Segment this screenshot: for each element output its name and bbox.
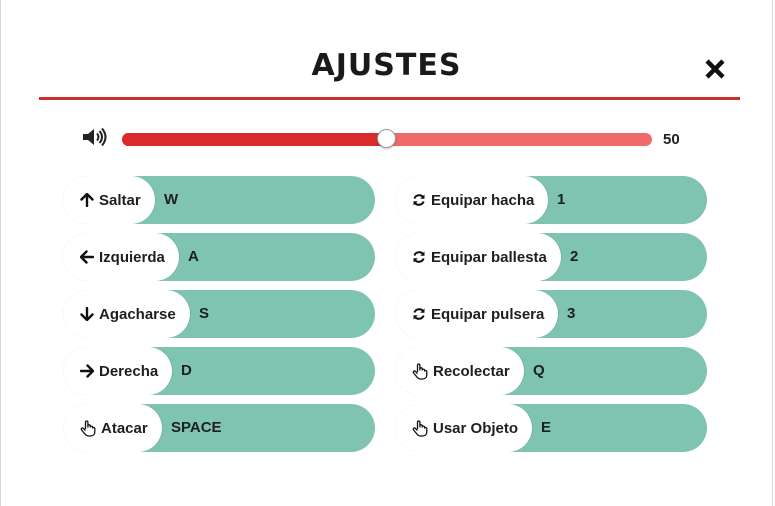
keybinding-action-label: Usar Objeto [433,419,519,437]
keybinding-key[interactable]: D [181,347,192,395]
volume-slider[interactable] [122,129,652,148]
arrow-left-icon [80,250,99,264]
hand-icon [80,419,101,437]
hand-icon [412,362,433,380]
keybinding-key[interactable]: A [188,233,199,281]
keybinding-action-label: Agacharse [99,305,176,323]
keybinding-action-pill[interactable]: Agacharse [63,290,190,338]
keybinding-action-label: Izquierda [99,248,165,266]
keybinding-action-label: Equipar ballesta [431,248,547,266]
refresh-icon [412,193,431,207]
keybinding-key[interactable]: E [541,404,551,452]
keybinding-action-label: Saltar [99,191,141,209]
keybinding-recolectar[interactable]: Recolectar Q [395,347,707,395]
keybinding-action-pill[interactable]: Equipar hacha [395,176,549,224]
keybinding-action-label: Derecha [99,362,159,380]
volume-slider-thumb[interactable] [377,129,396,148]
title-divider [39,97,740,100]
keybinding-key[interactable]: 3 [567,290,575,338]
keybinding-usar-objeto[interactable]: Usar Objeto E [395,404,707,452]
keybinding-equipar-hacha[interactable]: Equipar hacha 1 [395,176,707,224]
refresh-icon [412,307,431,321]
keybinding-action-pill[interactable]: Atacar [63,404,162,452]
keybinding-action-pill[interactable]: Derecha [63,347,173,395]
keybinding-key[interactable]: S [199,290,209,338]
close-icon[interactable] [702,56,728,82]
keybinding-key[interactable]: 1 [557,176,565,224]
settings-dialog: AJUSTES 50 Saltar W Izquierda A Agacharse S De… [0,0,773,506]
keybinding-action-pill[interactable]: Recolectar [395,347,524,395]
keybinding-izquierda[interactable]: Izquierda A [63,233,375,281]
keybinding-key[interactable]: Q [533,347,545,395]
arrow-up-icon [80,193,99,207]
refresh-icon [412,250,431,264]
keybindings-left-column: Saltar W Izquierda A Agacharse S Derecha D Ataca… [63,176,375,461]
keybindings-right-column: Equipar hacha 1 Equipar ballesta 2 Equipar p… [395,176,707,461]
keybinding-action-pill[interactable]: Izquierda [63,233,179,281]
keybinding-equipar-pulsera[interactable]: Equipar pulsera 3 [395,290,707,338]
keybinding-action-label: Recolectar [433,362,510,380]
arrow-right-icon [80,364,99,378]
keybinding-action-pill[interactable]: Equipar ballesta [395,233,561,281]
volume-slider-fill [122,133,387,146]
keybinding-key[interactable]: 2 [570,233,578,281]
keybinding-saltar[interactable]: Saltar W [63,176,375,224]
keybinding-action-pill[interactable]: Usar Objeto [395,404,533,452]
dialog-title: AJUSTES [311,48,462,83]
keybinding-key[interactable]: SPACE [171,404,222,452]
keybinding-equipar-ballesta[interactable]: Equipar ballesta 2 [395,233,707,281]
keybinding-agacharse[interactable]: Agacharse S [63,290,375,338]
volume-value: 50 [663,131,680,148]
keybinding-action-label: Equipar pulsera [431,305,545,323]
volume-icon[interactable] [82,126,108,148]
arrow-down-icon [80,307,99,321]
keybinding-action-label: Atacar [101,419,148,437]
keybinding-action-pill[interactable]: Equipar pulsera [395,290,559,338]
keybinding-action-label: Equipar hacha [431,191,535,209]
keybinding-derecha[interactable]: Derecha D [63,347,375,395]
keybinding-atacar[interactable]: Atacar SPACE [63,404,375,452]
keybinding-action-pill[interactable]: Saltar [63,176,155,224]
hand-icon [412,419,433,437]
keybinding-key[interactable]: W [164,176,178,224]
